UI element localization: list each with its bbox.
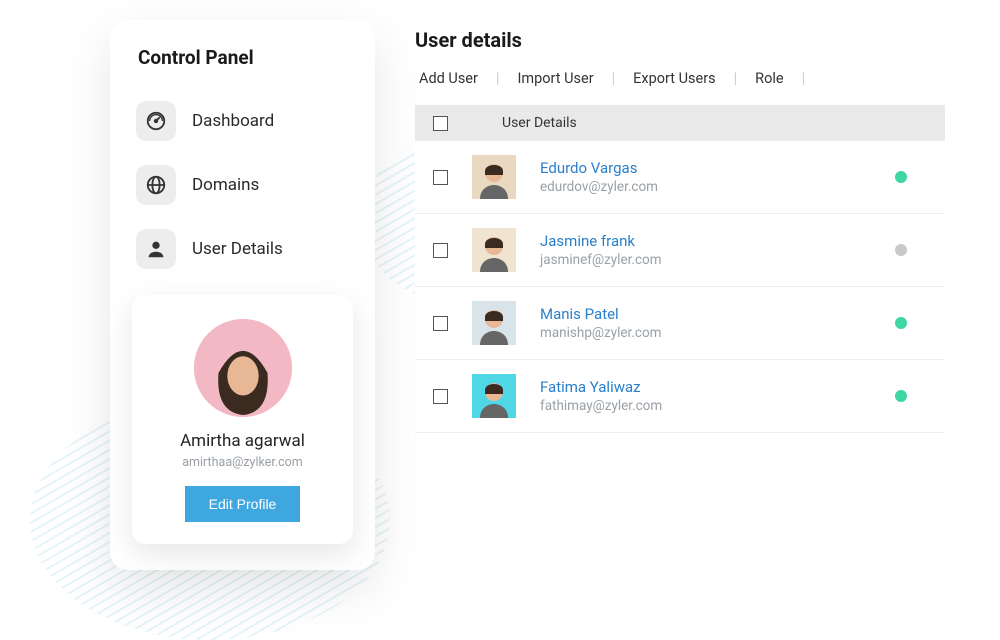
- user-email: fathimay@zyler.com: [540, 398, 871, 414]
- select-all-checkbox[interactable]: [433, 116, 448, 131]
- action-import-user[interactable]: Import User: [513, 70, 597, 87]
- user-email: edurdov@zyler.com: [540, 179, 871, 195]
- action-role[interactable]: Role: [751, 70, 787, 87]
- user-table: User Details Edurdo Vargas edurdov@zyler.…: [415, 105, 945, 433]
- user-name[interactable]: Manis Patel: [540, 305, 871, 323]
- main-panel: User details Add User | Import User | Ex…: [415, 28, 945, 433]
- sidebar: Control Panel Dashboard Domains: [110, 20, 375, 570]
- avatar: [472, 374, 516, 418]
- separator: |: [734, 70, 738, 87]
- avatar: [194, 319, 292, 417]
- row-checkbox[interactable]: [433, 389, 448, 404]
- profile-card: Amirtha agarwal amirthaa@zylker.com Edit…: [132, 295, 353, 544]
- page-title: User details: [415, 28, 945, 52]
- user-icon: [136, 229, 176, 269]
- table-row: Edurdo Vargas edurdov@zyler.com: [415, 141, 945, 214]
- avatar: [472, 301, 516, 345]
- sidebar-item-label: User Details: [192, 239, 283, 259]
- separator: |: [802, 70, 806, 87]
- table-row: Fatima Yaliwaz fathimay@zyler.com: [415, 360, 945, 433]
- sidebar-item-dashboard[interactable]: Dashboard: [132, 93, 353, 149]
- user-name[interactable]: Fatima Yaliwaz: [540, 378, 871, 396]
- action-bar: Add User | Import User | Export Users | …: [415, 70, 945, 87]
- table-row: Jasmine frank jasminef@zyler.com: [415, 214, 945, 287]
- profile-email: amirthaa@zylker.com: [146, 455, 339, 470]
- gauge-icon: [136, 101, 176, 141]
- sidebar-item-domains[interactable]: Domains: [132, 157, 353, 213]
- sidebar-item-user-details[interactable]: User Details: [132, 221, 353, 277]
- row-info: Fatima Yaliwaz fathimay@zyler.com: [540, 378, 871, 414]
- user-name[interactable]: Jasmine frank: [540, 232, 871, 250]
- user-email: jasminef@zyler.com: [540, 252, 871, 268]
- table-header-label: User Details: [502, 115, 577, 131]
- user-name[interactable]: Edurdo Vargas: [540, 159, 871, 177]
- sidebar-title: Control Panel: [132, 46, 353, 69]
- table-header: User Details: [415, 105, 945, 141]
- user-email: manishp@zyler.com: [540, 325, 871, 341]
- row-checkbox[interactable]: [433, 316, 448, 331]
- globe-icon: [136, 165, 176, 205]
- action-export-users[interactable]: Export Users: [629, 70, 719, 87]
- action-add-user[interactable]: Add User: [415, 70, 482, 87]
- status-indicator: [895, 171, 907, 183]
- sidebar-item-label: Dashboard: [192, 111, 274, 131]
- row-info: Edurdo Vargas edurdov@zyler.com: [540, 159, 871, 195]
- row-info: Jasmine frank jasminef@zyler.com: [540, 232, 871, 268]
- status-indicator: [895, 317, 907, 329]
- profile-name: Amirtha agarwal: [146, 431, 339, 451]
- row-checkbox[interactable]: [433, 170, 448, 185]
- status-indicator: [895, 390, 907, 402]
- sidebar-item-label: Domains: [192, 175, 259, 195]
- avatar: [472, 228, 516, 272]
- row-info: Manis Patel manishp@zyler.com: [540, 305, 871, 341]
- row-checkbox[interactable]: [433, 243, 448, 258]
- separator: |: [496, 70, 500, 87]
- table-row: Manis Patel manishp@zyler.com: [415, 287, 945, 360]
- edit-profile-button[interactable]: Edit Profile: [185, 486, 301, 522]
- separator: |: [612, 70, 616, 87]
- avatar: [472, 155, 516, 199]
- status-indicator: [895, 244, 907, 256]
